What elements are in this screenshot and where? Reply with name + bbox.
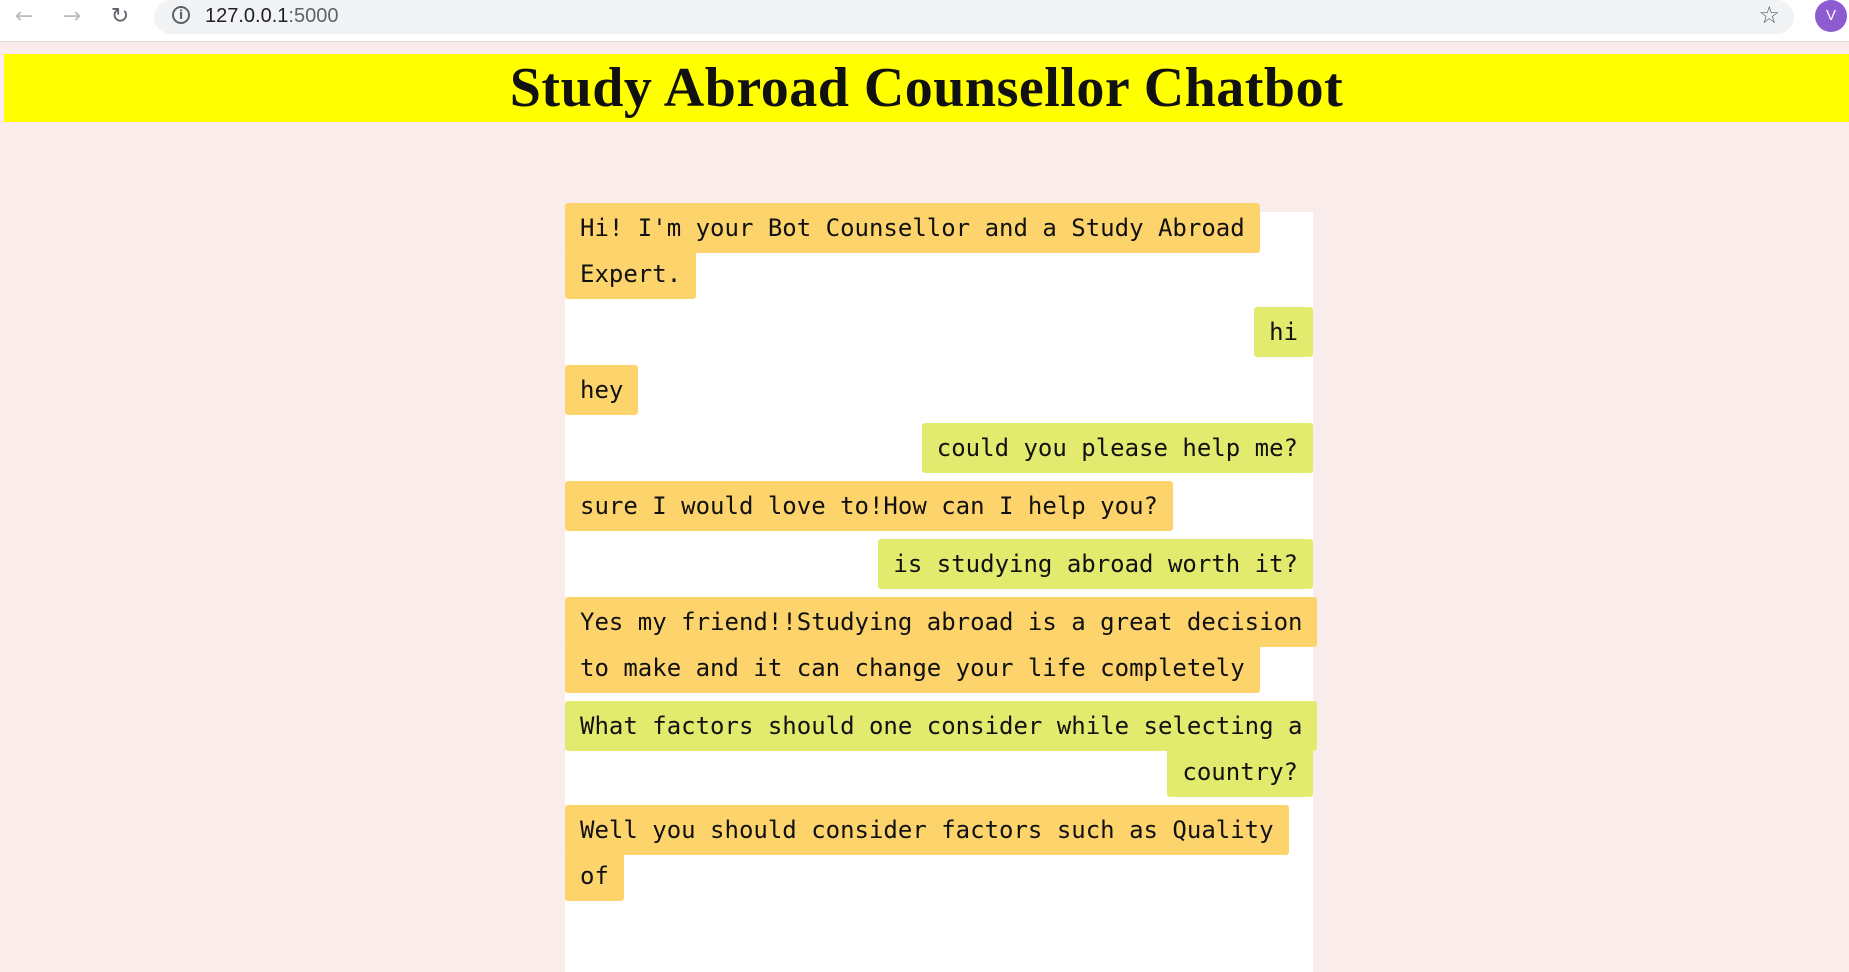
browser-toolbar: ← → ↻ i 127.0.0.1:5000 ☆ V bbox=[0, 0, 1849, 42]
user-message-row: hi bbox=[565, 307, 1313, 357]
page-title: Study Abroad Counsellor Chatbot bbox=[509, 57, 1344, 119]
url-port: :5000 bbox=[288, 5, 339, 27]
bot-message: sure I would love to!How can I help you? bbox=[565, 481, 1173, 531]
back-arrow-icon[interactable]: ← bbox=[10, 2, 38, 30]
address-bar[interactable]: i 127.0.0.1:5000 ☆ bbox=[154, 0, 1794, 34]
bot-message: hey bbox=[565, 365, 639, 415]
user-message: hi bbox=[1254, 307, 1313, 357]
chat-panel: Hi! I'm your Bot Counsellor and a Study … bbox=[565, 203, 1318, 972]
user-message: is studying abroad worth it? bbox=[878, 539, 1313, 589]
reload-icon[interactable]: ↻ bbox=[106, 2, 134, 30]
bot-message-row: hey bbox=[565, 365, 1313, 415]
site-info-icon[interactable]: i bbox=[172, 6, 190, 24]
url-host: 127.0.0.1 bbox=[205, 5, 289, 27]
bot-message-row: Well you should consider factors such as… bbox=[565, 805, 1313, 901]
bot-message-row: Yes my friend!!Studying abroad is a grea… bbox=[565, 597, 1318, 693]
bot-message: Hi! I'm your Bot Counsellor and a Study … bbox=[565, 203, 1260, 299]
user-message: What factors should one consider while s… bbox=[565, 701, 1318, 797]
bot-message-row: Hi! I'm your Bot Counsellor and a Study … bbox=[565, 203, 1313, 299]
page-header: Study Abroad Counsellor Chatbot bbox=[4, 54, 1849, 122]
profile-avatar[interactable]: V bbox=[1815, 0, 1847, 32]
forward-arrow-icon[interactable]: → bbox=[58, 2, 86, 30]
url-text[interactable]: 127.0.0.1:5000 bbox=[205, 5, 338, 28]
user-message-row: is studying abroad worth it? bbox=[565, 539, 1313, 589]
bookmark-star-icon[interactable]: ☆ bbox=[1758, 1, 1780, 29]
chat-log: Hi! I'm your Bot Counsellor and a Study … bbox=[565, 203, 1318, 911]
bot-message-row: sure I would love to!How can I help you? bbox=[565, 481, 1313, 531]
bot-message: Yes my friend!!Studying abroad is a grea… bbox=[565, 597, 1318, 693]
user-message-row: What factors should one consider while s… bbox=[565, 701, 1318, 797]
user-message: could you please help me? bbox=[921, 423, 1313, 473]
bot-message: Well you should consider factors such as… bbox=[565, 805, 1289, 901]
user-message-row: could you please help me? bbox=[565, 423, 1313, 473]
